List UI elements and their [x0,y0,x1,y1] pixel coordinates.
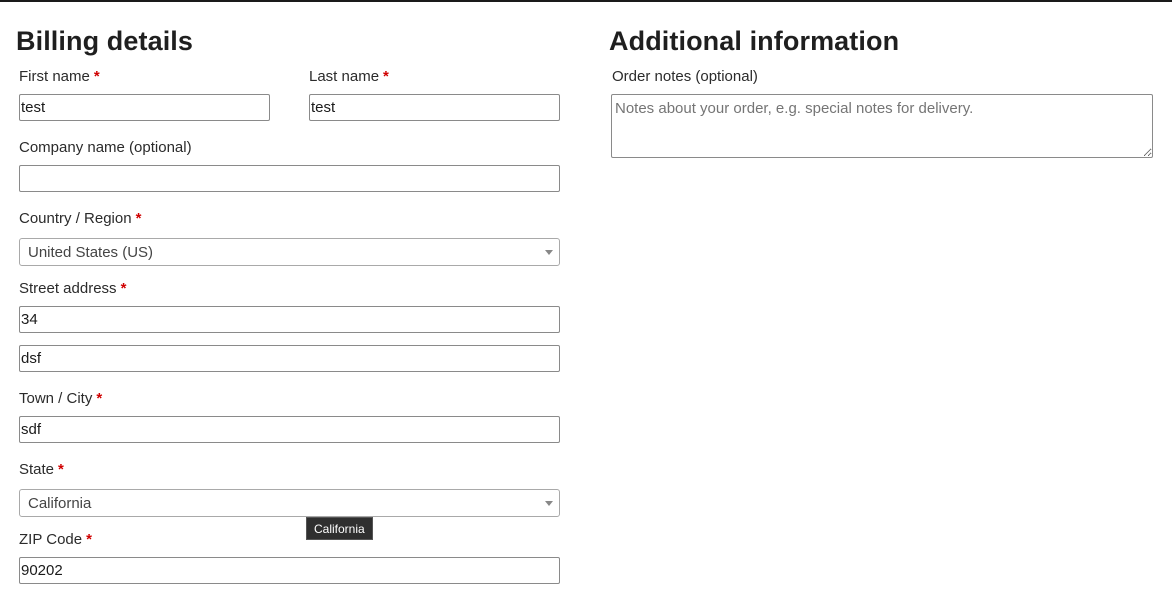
zip-input[interactable] [19,557,560,584]
company-input[interactable] [19,165,560,192]
last-name-label: Last name * [309,68,389,85]
zip-label: ZIP Code * [19,531,92,548]
street-address-2-input[interactable] [19,345,560,372]
order-notes-textarea[interactable] [611,94,1153,158]
country-select[interactable]: United States (US) [19,238,560,266]
street-address-input[interactable] [19,306,560,333]
state-select[interactable]: California [19,489,560,517]
required-mark: * [120,280,127,297]
state-label: State * [19,461,64,478]
required-mark: * [86,531,92,548]
street-label: Street address * [19,280,127,297]
chevron-down-icon [545,250,553,255]
country-select-value: United States (US) [28,244,154,261]
required-mark: * [96,390,103,407]
additional-title: Additional information [609,26,900,56]
required-mark: * [135,210,142,227]
company-label: Company name (optional) [19,139,192,156]
last-name-input[interactable] [309,94,560,121]
city-input[interactable] [19,416,560,443]
first-name-input[interactable] [19,94,270,121]
state-select-value: California [28,495,92,512]
state-tooltip: California [306,517,373,540]
city-label: Town / City * [19,390,103,407]
required-mark: * [58,461,64,478]
country-label: Country / Region * [19,210,142,227]
first-name-label: First name * [19,68,100,85]
required-mark: * [93,68,100,85]
order-notes-label: Order notes (optional) [612,68,758,85]
billing-title: Billing details [16,26,194,56]
required-mark: * [383,68,389,85]
chevron-down-icon [545,501,553,506]
